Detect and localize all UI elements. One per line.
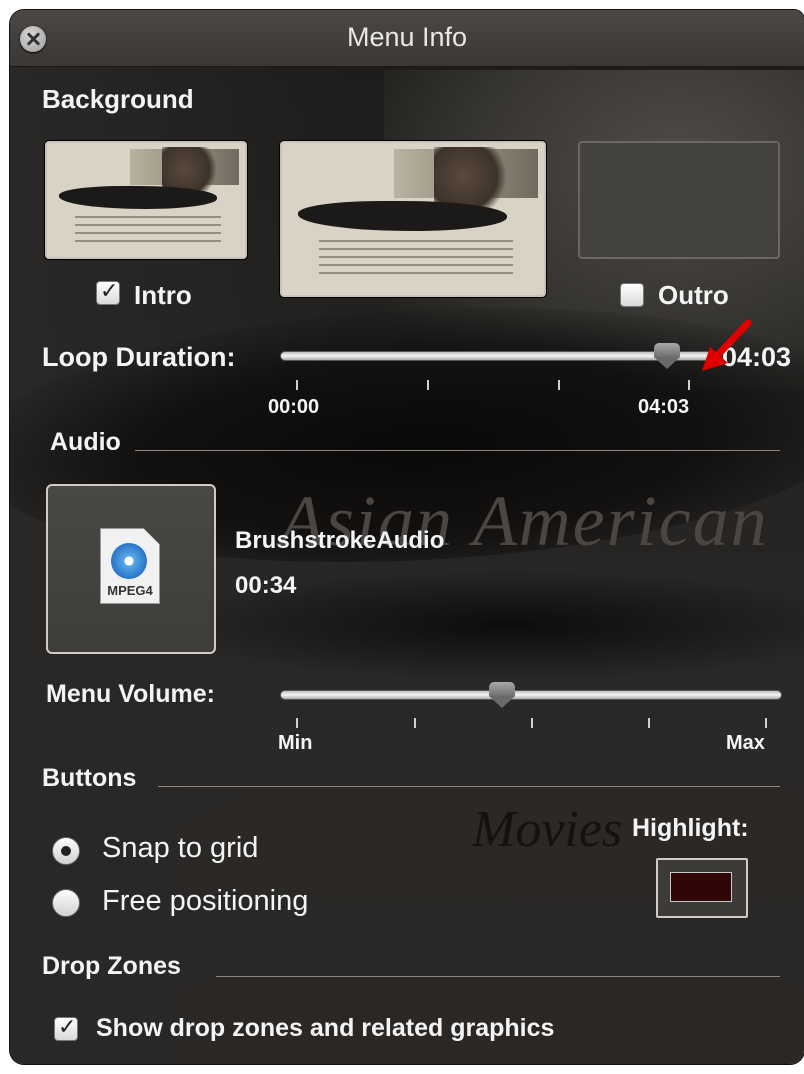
title-bar: Menu Info: [10, 10, 804, 67]
menu-volume-slider-thumb[interactable]: [489, 682, 516, 708]
background-subtitle-text: Movies: [472, 801, 623, 858]
menu-info-panel: Asian American Movies Menu Info Backgrou…: [10, 10, 804, 1064]
slider-tick: [531, 718, 533, 728]
outro-label: Outro: [658, 280, 729, 310]
slider-tick: [558, 380, 560, 390]
slider-tick: [427, 380, 429, 390]
audio-drop-well[interactable]: MPEG4: [46, 484, 216, 654]
audio-section-label: Audio: [50, 428, 121, 456]
mpeg4-file-icon: MPEG4: [100, 528, 160, 604]
snap-to-grid-label: Snap to grid: [102, 832, 259, 864]
window-title: Menu Info: [346, 22, 468, 52]
slider-tick: [765, 718, 767, 728]
audio-separator: [135, 450, 780, 451]
volume-max-label: Max: [726, 732, 765, 754]
menu-background-thumbnail[interactable]: [280, 141, 546, 297]
menu-volume-label: Menu Volume:: [46, 680, 215, 708]
menu-volume-slider[interactable]: [280, 690, 782, 700]
highlight-color-well[interactable]: [656, 858, 748, 918]
loop-duration-slider-thumb[interactable]: [653, 343, 680, 369]
thumbnail-text-lines: [318, 240, 513, 277]
loop-start-label: 00:00: [268, 396, 320, 418]
drop-zones-separator: [216, 976, 780, 977]
volume-min-label: Min: [278, 732, 313, 754]
outro-thumbnail[interactable]: [578, 141, 780, 259]
free-positioning-radio[interactable]: [52, 889, 80, 917]
audio-duration: 00:34: [235, 572, 297, 599]
intro-checkbox[interactable]: [96, 279, 120, 305]
outro-checkbox[interactable]: [620, 283, 644, 307]
thumbnail-brush: [58, 186, 218, 210]
show-drop-zones-label: Show drop zones and related graphics: [96, 1014, 555, 1042]
drop-zones-section-label: Drop Zones: [42, 952, 181, 980]
slider-tick: [296, 718, 298, 728]
audio-file-name: BrushstrokeAudio: [235, 527, 445, 554]
background-section-label: Background: [42, 84, 194, 114]
free-positioning-label: Free positioning: [102, 885, 309, 917]
music-disc-icon: [111, 543, 147, 579]
highlight-color-swatch: [670, 872, 732, 902]
loop-duration-slider[interactable]: [280, 351, 712, 361]
slider-tick: [688, 380, 690, 390]
intro-label: Intro: [134, 280, 192, 310]
loop-end-label: 04:03: [638, 396, 690, 418]
intro-thumbnail[interactable]: [45, 141, 247, 259]
buttons-separator: [158, 786, 780, 787]
annotation-arrow-icon: [702, 319, 752, 371]
file-type-label: MPEG4: [107, 583, 153, 598]
slider-tick: [296, 380, 298, 390]
thumbnail-text-lines: [74, 215, 222, 244]
loop-duration-label: Loop Duration:: [42, 342, 236, 372]
thumbnail-brush: [297, 200, 508, 232]
buttons-section-label: Buttons: [42, 764, 137, 792]
snap-to-grid-radio[interactable]: [52, 837, 80, 865]
show-drop-zones-checkbox[interactable]: [54, 1015, 78, 1041]
slider-tick: [648, 718, 650, 728]
highlight-label: Highlight:: [632, 814, 749, 842]
slider-tick: [414, 718, 416, 728]
